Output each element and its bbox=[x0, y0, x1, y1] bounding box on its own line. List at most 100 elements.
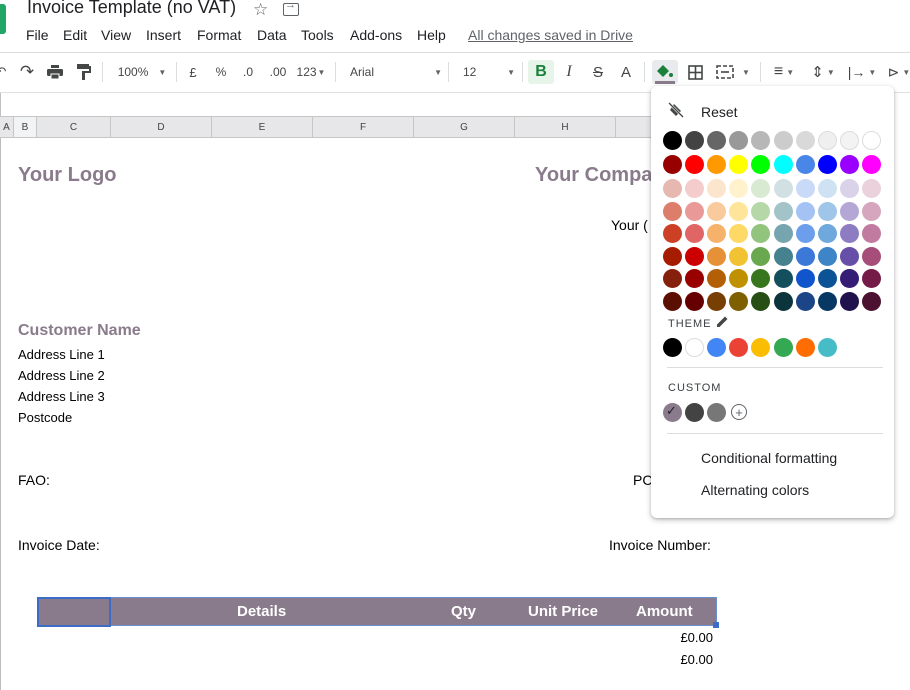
font-select[interactable]: Arial ▼ bbox=[350, 60, 442, 84]
po-label[interactable]: PC bbox=[633, 472, 652, 488]
color-swatch[interactable] bbox=[795, 155, 815, 174]
color-swatch[interactable] bbox=[685, 224, 705, 243]
column-header-f[interactable]: F bbox=[313, 117, 414, 137]
color-swatch[interactable] bbox=[795, 179, 815, 198]
color-swatch[interactable] bbox=[663, 131, 682, 150]
color-swatch[interactable] bbox=[751, 224, 771, 243]
color-swatch[interactable] bbox=[773, 179, 793, 198]
color-swatch[interactable] bbox=[795, 224, 815, 243]
color-swatch[interactable] bbox=[795, 201, 815, 221]
merge-cells-button[interactable]: ▼ bbox=[712, 60, 754, 84]
color-swatch[interactable] bbox=[707, 291, 727, 311]
color-swatch[interactable] bbox=[817, 291, 837, 311]
amount-cell[interactable]: £0.00 bbox=[640, 652, 713, 667]
italic-button[interactable]: I bbox=[558, 60, 580, 84]
company-line[interactable]: Your ( bbox=[611, 217, 648, 233]
alternating-colors-button[interactable]: Alternating colors bbox=[701, 482, 809, 498]
color-swatch[interactable] bbox=[817, 155, 837, 174]
color-swatch[interactable] bbox=[685, 131, 705, 150]
color-swatch[interactable] bbox=[729, 179, 749, 198]
color-swatch[interactable] bbox=[707, 269, 727, 288]
color-swatch[interactable] bbox=[861, 246, 881, 266]
custom-color-swatch[interactable]: ✓ bbox=[663, 403, 682, 422]
color-swatch[interactable] bbox=[839, 201, 859, 221]
text-rotation-button[interactable]: ⊳ ▼ bbox=[884, 60, 910, 84]
theme-color-swatch[interactable] bbox=[773, 338, 793, 357]
color-swatch[interactable] bbox=[685, 246, 705, 266]
color-swatch[interactable] bbox=[707, 179, 727, 198]
color-swatch[interactable] bbox=[861, 201, 881, 221]
increase-decimal-button[interactable]: .00 bbox=[266, 60, 290, 84]
menu-data[interactable]: Data bbox=[257, 27, 287, 43]
format-currency-button[interactable]: £ bbox=[184, 60, 202, 84]
theme-color-swatch[interactable] bbox=[751, 338, 771, 357]
color-swatch[interactable] bbox=[861, 131, 881, 150]
menu-help[interactable]: Help bbox=[417, 27, 446, 43]
decrease-decimal-button[interactable]: .0 bbox=[238, 60, 258, 84]
color-swatch[interactable] bbox=[773, 155, 793, 174]
fao-label[interactable]: FAO: bbox=[18, 472, 50, 488]
undo-button[interactable]: ↶ bbox=[0, 60, 8, 84]
color-swatch[interactable] bbox=[795, 291, 815, 311]
menu-file[interactable]: File bbox=[26, 27, 49, 43]
color-swatch[interactable] bbox=[817, 179, 837, 198]
color-swatch[interactable] bbox=[685, 179, 705, 198]
theme-color-swatch[interactable] bbox=[663, 338, 682, 357]
color-swatch[interactable] bbox=[795, 131, 815, 150]
color-swatch[interactable] bbox=[817, 201, 837, 221]
color-swatch[interactable] bbox=[773, 131, 793, 150]
paint-format-button[interactable] bbox=[74, 60, 94, 84]
theme-color-swatch[interactable] bbox=[707, 338, 727, 357]
reset-fill-icon[interactable] bbox=[668, 102, 684, 118]
save-status-link[interactable]: All changes saved in Drive bbox=[468, 27, 633, 43]
color-swatch[interactable] bbox=[707, 131, 727, 150]
color-swatch[interactable] bbox=[861, 155, 881, 174]
color-swatch[interactable] bbox=[685, 155, 705, 174]
color-swatch[interactable] bbox=[685, 269, 705, 288]
add-custom-color-icon[interactable]: + bbox=[731, 404, 747, 420]
theme-color-swatch[interactable] bbox=[685, 338, 705, 357]
column-header-h[interactable]: H bbox=[515, 117, 616, 137]
color-swatch[interactable] bbox=[707, 155, 727, 174]
color-swatch[interactable] bbox=[773, 224, 793, 243]
color-swatch[interactable] bbox=[817, 224, 837, 243]
color-swatch[interactable] bbox=[751, 291, 771, 311]
invoice-date-label[interactable]: Invoice Date: bbox=[18, 537, 100, 553]
menu-tools[interactable]: Tools bbox=[301, 27, 334, 43]
number-format-select[interactable]: 123 ▼ bbox=[294, 60, 328, 84]
selected-cell[interactable] bbox=[37, 597, 111, 627]
header-unit-price[interactable]: Unit Price bbox=[528, 603, 598, 620]
column-header-b[interactable]: B bbox=[14, 117, 37, 137]
color-swatch[interactable] bbox=[729, 201, 749, 221]
color-swatch[interactable] bbox=[861, 269, 881, 288]
color-swatch[interactable] bbox=[663, 201, 682, 221]
color-swatch[interactable] bbox=[861, 179, 881, 198]
color-swatch[interactable] bbox=[751, 131, 771, 150]
color-swatch[interactable] bbox=[729, 224, 749, 243]
theme-color-swatch[interactable] bbox=[817, 338, 837, 357]
reset-button[interactable]: Reset bbox=[701, 104, 738, 120]
color-swatch[interactable] bbox=[663, 269, 682, 288]
color-swatch[interactable] bbox=[707, 246, 727, 266]
logo-placeholder[interactable]: Your Logo bbox=[18, 164, 117, 187]
format-percent-button[interactable]: % bbox=[212, 60, 230, 84]
edit-theme-icon[interactable] bbox=[716, 315, 730, 329]
company-name[interactable]: Your Compa bbox=[535, 164, 652, 187]
move-to-folder-icon[interactable] bbox=[283, 0, 299, 16]
color-swatch[interactable] bbox=[685, 291, 705, 311]
zoom-select[interactable]: 100% ▼ bbox=[112, 60, 172, 84]
column-header-d[interactable]: D bbox=[111, 117, 212, 137]
custom-color-swatch[interactable] bbox=[685, 403, 705, 422]
postcode[interactable]: Postcode bbox=[18, 410, 72, 425]
color-swatch[interactable] bbox=[729, 291, 749, 311]
menu-insert[interactable]: Insert bbox=[146, 27, 181, 43]
color-swatch[interactable] bbox=[839, 155, 859, 174]
text-color-button[interactable]: A bbox=[615, 60, 637, 84]
color-swatch[interactable] bbox=[773, 201, 793, 221]
menu-format[interactable]: Format bbox=[197, 27, 241, 43]
color-swatch[interactable] bbox=[861, 291, 881, 311]
color-swatch[interactable] bbox=[707, 224, 727, 243]
color-swatch[interactable] bbox=[685, 201, 705, 221]
color-swatch[interactable] bbox=[663, 224, 682, 243]
color-swatch[interactable] bbox=[663, 291, 682, 311]
